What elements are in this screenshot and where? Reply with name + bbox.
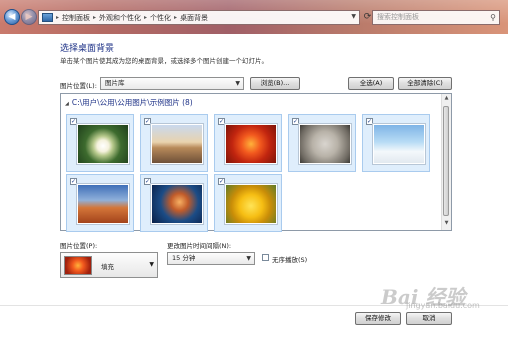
chevron-down-icon: ▼ — [149, 261, 154, 268]
interval-label: 更改图片时间间隔(N): — [167, 242, 232, 250]
tile-checkbox[interactable]: ✓ — [144, 118, 151, 125]
shuffle-label: 无序播放(S) — [272, 256, 308, 264]
scroll-down-icon[interactable]: ▼ — [443, 220, 450, 228]
picture-location-value: 图片库 — [105, 79, 125, 87]
control-panel-icon — [42, 13, 53, 22]
forward-button[interactable]: ▶ — [21, 9, 37, 25]
wallpaper-thumbnail — [77, 124, 129, 164]
scrollbar-thumb[interactable] — [443, 106, 449, 216]
breadcrumb-desktop-background[interactable]: 桌面背景 — [180, 13, 208, 23]
tile-checkbox[interactable]: ✓ — [70, 118, 77, 125]
wallpaper-thumbnail — [225, 124, 277, 164]
collapse-triangle-icon: ◢ — [65, 101, 69, 107]
gallery-scrollbar[interactable]: ▲ ▼ — [441, 94, 451, 230]
tile-checkbox[interactable]: ✓ — [70, 178, 77, 185]
back-button[interactable]: ◀ — [4, 9, 20, 25]
gallery-group-label: C:\用户\公用\公用图片\示例图片 (8) — [71, 98, 193, 107]
position-preview-thumbnail — [64, 256, 92, 275]
interval-value: 15 分钟 — [172, 254, 196, 262]
breadcrumb-personalization[interactable]: 个性化 — [150, 13, 171, 23]
wallpaper-tile-castle[interactable]: ✓ — [140, 114, 208, 172]
wallpaper-tile-tulips[interactable]: ✓ — [214, 174, 282, 232]
address-toolbar: ◀ ▶ ▸ 控制面板 ▸ 外观和个性化 ▸ 个性化 ▸ 桌面背景 ▼ ⟳ 搜索控… — [0, 0, 508, 34]
wallpaper-thumbnail — [151, 124, 203, 164]
interval-select[interactable]: 15 分钟 ▼ — [167, 252, 255, 265]
chevron-down-icon: ▼ — [235, 80, 240, 87]
wallpaper-thumbnail — [299, 124, 351, 164]
save-changes-button[interactable]: 保存修改 — [355, 312, 401, 325]
wallpaper-thumbnail — [225, 184, 277, 224]
search-placeholder: 搜索控制面板 — [377, 13, 419, 21]
clear-all-button[interactable]: 全部清除(C) — [398, 77, 452, 90]
picture-location-select[interactable]: 图片库 ▼ — [100, 77, 244, 90]
wallpaper-thumbnail — [151, 184, 203, 224]
select-all-button[interactable]: 全选(A) — [348, 77, 394, 90]
chevron-down-icon[interactable]: ▼ — [351, 13, 356, 20]
tile-checkbox[interactable]: ✓ — [218, 118, 225, 125]
cancel-button[interactable]: 取消 — [406, 312, 452, 325]
search-icon[interactable]: ⚲ — [490, 11, 496, 24]
address-bar[interactable]: ▸ 控制面板 ▸ 外观和个性化 ▸ 个性化 ▸ 桌面背景 ▼ — [38, 10, 360, 25]
tile-checkbox[interactable]: ✓ — [218, 178, 225, 185]
page-title: 选择桌面背景 — [60, 44, 115, 54]
wallpaper-tile-koala[interactable]: ✓ — [288, 114, 356, 172]
wallpaper-gallery: ◢ C:\用户\公用\公用图片\示例图片 (8) ✓ ✓ ✓ ✓ ✓ ✓ ✓ ✓… — [60, 93, 452, 232]
window: ◀ ▶ ▸ 控制面板 ▸ 外观和个性化 ▸ 个性化 ▸ 桌面背景 ▼ ⟳ 搜索控… — [0, 0, 508, 346]
tile-checkbox[interactable]: ✓ — [366, 118, 373, 125]
page-subtitle: 单击某个图片使其成为您的桌面背景，或选择多个图片创建一个幻灯片。 — [60, 57, 268, 65]
chevron-down-icon: ▼ — [246, 255, 251, 262]
wallpaper-tile-flower[interactable]: ✓ — [66, 114, 134, 172]
tile-checkbox[interactable]: ✓ — [144, 178, 151, 185]
picture-position-select[interactable]: 填充 ▼ — [60, 252, 158, 278]
breadcrumb-appearance[interactable]: 外观和个性化 — [99, 13, 141, 23]
baidu-watermark-url: jingyan.baidu.com — [406, 301, 480, 310]
wallpaper-thumbnail — [373, 124, 425, 164]
wallpaper-tile-jellyfish[interactable]: ✓ — [140, 174, 208, 232]
picture-location-label: 图片位置(L): — [60, 82, 97, 90]
wallpaper-tile-penguins[interactable]: ✓ — [362, 114, 430, 172]
wallpaper-tile-chrysanthemum[interactable]: ✓ — [214, 114, 282, 172]
breadcrumb-control-panel[interactable]: 控制面板 — [62, 13, 90, 23]
scroll-up-icon[interactable]: ▲ — [443, 95, 450, 103]
picture-position-label: 图片位置(P): — [60, 242, 98, 250]
wallpaper-thumbnail — [77, 184, 129, 224]
gallery-group-header[interactable]: ◢ C:\用户\公用\公用图片\示例图片 (8) — [65, 97, 193, 108]
wallpaper-tile-desert[interactable]: ✓ — [66, 174, 134, 232]
search-input[interactable]: 搜索控制面板 ⚲ — [372, 10, 500, 25]
tile-checkbox[interactable]: ✓ — [292, 118, 299, 125]
browse-button[interactable]: 浏览(B)... — [250, 77, 300, 90]
shuffle-checkbox[interactable] — [262, 254, 269, 261]
picture-position-value: 填充 — [101, 263, 114, 271]
